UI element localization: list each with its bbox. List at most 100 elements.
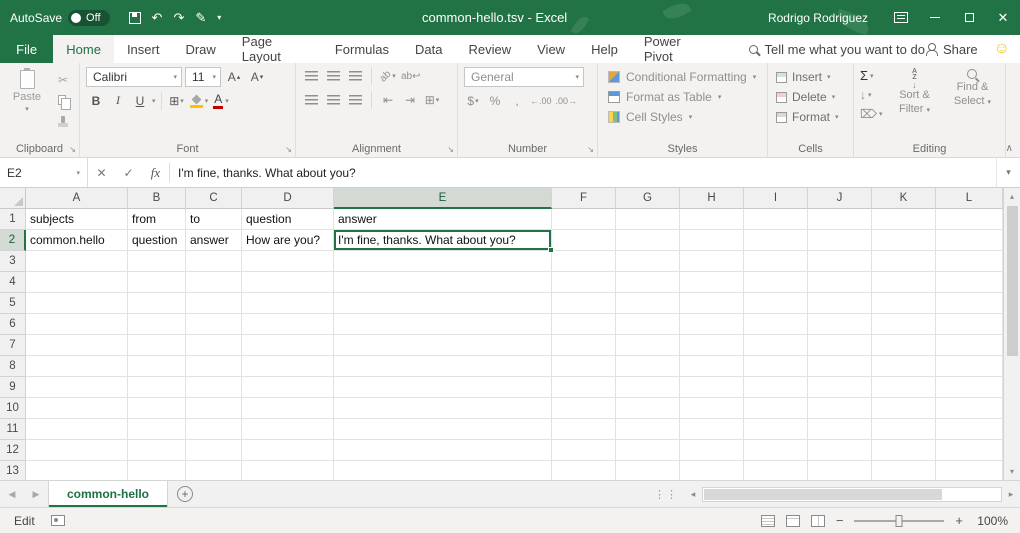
cell-J10[interactable] [808, 398, 872, 419]
undo-button[interactable]: ↶ [152, 10, 163, 26]
scroll-up-arrow[interactable]: ▴ [1004, 188, 1020, 205]
horizontal-scroll-track[interactable] [702, 487, 1002, 502]
cell-B11[interactable] [128, 419, 186, 440]
formula-input[interactable]: I'm fine, thanks. What about you? [170, 158, 996, 187]
cell-E12[interactable] [334, 440, 552, 461]
cell-K8[interactable] [872, 356, 936, 377]
tab-review[interactable]: Review [456, 35, 525, 63]
cell-I5[interactable] [744, 293, 808, 314]
cell-A1[interactable]: subjects [26, 209, 128, 230]
cell-D13[interactable] [242, 461, 334, 480]
cell-C4[interactable] [186, 272, 242, 293]
format-painter-button[interactable] [52, 111, 74, 128]
cell-F1[interactable] [552, 209, 616, 230]
row-header-3[interactable]: 3 [0, 251, 26, 272]
cell-B8[interactable] [128, 356, 186, 377]
top-align-button[interactable] [302, 68, 320, 85]
name-box[interactable]: E2 ▾ [0, 158, 88, 187]
cell-C1[interactable]: to [186, 209, 242, 230]
cell-I13[interactable] [744, 461, 808, 480]
cell-H3[interactable] [680, 251, 744, 272]
row-header-2[interactable]: 2 [0, 230, 26, 251]
cell-G2[interactable] [616, 230, 680, 251]
column-header-A[interactable]: A [26, 188, 128, 209]
page-break-preview-button[interactable] [811, 515, 825, 527]
cell-H5[interactable] [680, 293, 744, 314]
column-header-F[interactable]: F [552, 188, 616, 209]
vertical-scrollbar[interactable]: ▴ ▾ [1003, 188, 1020, 480]
tab-file[interactable]: File [0, 35, 53, 63]
cell-G3[interactable] [616, 251, 680, 272]
cell-B2[interactable]: question [128, 230, 186, 251]
cell-E10[interactable] [334, 398, 552, 419]
save-icon[interactable] [129, 12, 141, 24]
scroll-down-arrow[interactable]: ▾ [1004, 463, 1020, 480]
cell-C8[interactable] [186, 356, 242, 377]
cell-L7[interactable] [936, 335, 1003, 356]
select-all-corner[interactable] [0, 188, 26, 209]
cell-A2[interactable]: common.hello [26, 230, 128, 251]
copy-button[interactable] [52, 91, 74, 108]
cell-L2[interactable] [936, 230, 1003, 251]
cell-G9[interactable] [616, 377, 680, 398]
cell-G13[interactable] [616, 461, 680, 480]
cell-G8[interactable] [616, 356, 680, 377]
cell-A3[interactable] [26, 251, 128, 272]
cell-J5[interactable] [808, 293, 872, 314]
row-header-9[interactable]: 9 [0, 377, 26, 398]
column-header-E[interactable]: E [334, 188, 552, 209]
cell-E7[interactable] [334, 335, 552, 356]
next-sheet-arrow[interactable]: ▶ [24, 481, 48, 507]
cell-D10[interactable] [242, 398, 334, 419]
decrease-decimal-button[interactable]: .00→ [556, 92, 578, 109]
cell-L6[interactable] [936, 314, 1003, 335]
cell-D6[interactable] [242, 314, 334, 335]
cell-L5[interactable] [936, 293, 1003, 314]
cell-G7[interactable] [616, 335, 680, 356]
cell-B13[interactable] [128, 461, 186, 480]
sort-filter-button[interactable]: AZ ↓ Sort & Filter ▾ [888, 67, 940, 122]
cell-E9[interactable] [334, 377, 552, 398]
normal-view-button[interactable] [761, 515, 775, 527]
underline-dropdown[interactable]: ▾ [152, 97, 156, 105]
column-header-L[interactable]: L [936, 188, 1003, 209]
cell-J3[interactable] [808, 251, 872, 272]
cell-G4[interactable] [616, 272, 680, 293]
cell-C12[interactable] [186, 440, 242, 461]
zoom-level[interactable]: 100% [974, 514, 1008, 528]
cell-K6[interactable] [872, 314, 936, 335]
column-header-J[interactable]: J [808, 188, 872, 209]
tab-help[interactable]: Help [578, 35, 631, 63]
collapse-ribbon-button[interactable]: ∧ [1006, 143, 1013, 154]
cell-H12[interactable] [680, 440, 744, 461]
cut-button[interactable]: ✂ [52, 71, 74, 88]
borders-button[interactable]: ⊞▾ [167, 91, 187, 110]
cell-C3[interactable] [186, 251, 242, 272]
cell-D9[interactable] [242, 377, 334, 398]
cell-E5[interactable] [334, 293, 552, 314]
row-header-8[interactable]: 8 [0, 356, 26, 377]
tab-formulas[interactable]: Formulas [322, 35, 402, 63]
cell-I3[interactable] [744, 251, 808, 272]
cell-H1[interactable] [680, 209, 744, 230]
clear-button[interactable]: ⌦▾ [860, 105, 882, 122]
cell-G12[interactable] [616, 440, 680, 461]
increase-font-size-button[interactable]: A▴ [224, 68, 244, 87]
cell-J8[interactable] [808, 356, 872, 377]
font-color-button[interactable]: A▾ [211, 91, 231, 110]
column-header-K[interactable]: K [872, 188, 936, 209]
cell-D7[interactable] [242, 335, 334, 356]
cell-C9[interactable] [186, 377, 242, 398]
cell-G5[interactable] [616, 293, 680, 314]
cell-F2[interactable] [552, 230, 616, 251]
percent-format-button[interactable]: % [486, 92, 504, 109]
share-button[interactable]: Share [925, 35, 978, 63]
cell-D2[interactable]: How are you? [242, 230, 334, 251]
autosave-toggle[interactable]: AutoSave Off [10, 10, 110, 26]
clipboard-dialog-launcher[interactable]: ↘ [69, 145, 76, 154]
italic-button[interactable]: I [108, 91, 128, 110]
cell-E2[interactable]: I'm fine, thanks. What about you? [334, 230, 552, 251]
cell-K3[interactable] [872, 251, 936, 272]
cell-J12[interactable] [808, 440, 872, 461]
column-header-I[interactable]: I [744, 188, 808, 209]
